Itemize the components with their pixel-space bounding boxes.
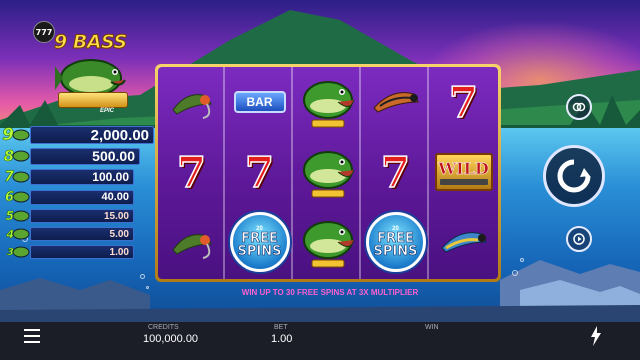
promo-banner: WIN UP TO 30 FREE SPINS AT 3X MULTIPLIER [241, 288, 419, 297]
free-spins-text: SPINS [237, 244, 282, 259]
spin-icon [557, 159, 591, 193]
seven-symbol: 7 [380, 147, 411, 198]
fly-lure-icon [171, 94, 212, 119]
bubble [140, 274, 145, 279]
reel-5: 7 WILD [430, 67, 497, 279]
bass-icon [12, 171, 30, 183]
logo-epic-text: EPIC [100, 108, 115, 114]
reel-cell: 20 FREE SPINS [226, 207, 293, 277]
turbo-icon [573, 233, 585, 245]
pay-amount: 1.00 [30, 245, 134, 259]
bass-icon [12, 228, 30, 240]
logo-banner [58, 92, 128, 108]
reel-cell: 7 [362, 137, 429, 207]
spin-button[interactable] [543, 145, 605, 207]
reel-cell [158, 207, 225, 277]
pay-amount: 100.00 [30, 169, 134, 185]
fly-lure-icon [171, 234, 212, 259]
reel-2: BAR 7 20 FREE SPINS [226, 67, 293, 279]
bass-icon [12, 210, 30, 222]
win-label: WIN [425, 324, 439, 331]
reel-area[interactable]: 7 BAR 7 20 FREE SPINS 7 20 FREE SPINS 7 … [158, 67, 498, 279]
reel-cell [294, 137, 361, 207]
pay-amount: 5.00 [30, 227, 134, 241]
bottom-bar: CREDITS 100,000.00 BET 1.00 WIN [0, 322, 640, 360]
bass-icon [12, 191, 30, 203]
reel-3 [294, 67, 361, 279]
bubble [146, 286, 149, 289]
pay-amount: 2,000.00 [30, 126, 154, 144]
turbo-button[interactable] [566, 226, 592, 252]
free-spins-symbol: 20 FREE SPINS [229, 212, 290, 272]
free-spins-text: SPINS [373, 244, 418, 259]
wild-reel-strip [439, 179, 488, 185]
reel-cell [294, 207, 361, 277]
lightning-icon[interactable] [590, 326, 602, 346]
reel-cell [158, 67, 225, 137]
777-badge: 777 [33, 21, 55, 43]
bass-icon [12, 150, 30, 162]
game-logo-title: 9 BASS [54, 31, 128, 54]
autoplay-button[interactable] [566, 94, 592, 120]
wild-symbol: WILD [434, 153, 493, 191]
free-spins-symbol: 20 FREE SPINS [365, 212, 426, 272]
bubble [512, 270, 518, 276]
reel-cell: 7 [158, 137, 225, 207]
paytable-row: 7 100.00 [0, 168, 134, 186]
reel-cell: WILD [430, 137, 497, 207]
fly-lure-icon [440, 232, 487, 253]
reel-cell: 7 [226, 137, 293, 207]
pay-amount: 500.00 [30, 147, 140, 165]
reel-4: 7 20 FREE SPINS [362, 67, 429, 279]
reel-cell [294, 67, 361, 137]
reel-frame: 7 BAR 7 20 FREE SPINS 7 20 FREE SPINS 7 … [155, 64, 501, 282]
bubble [520, 258, 524, 262]
bass-icon [12, 246, 30, 258]
reel-1: 7 [158, 67, 225, 279]
bar-symbol: BAR [233, 91, 286, 113]
pay-amount: 15.00 [30, 209, 134, 223]
paytable-row: 3 1.00 [0, 243, 134, 261]
fly-lure-icon [372, 92, 419, 113]
seven-symbol: 7 [448, 77, 479, 128]
bet-label: BET [274, 324, 288, 331]
bass-symbol-icon [302, 81, 354, 128]
menu-icon[interactable] [24, 329, 40, 343]
credits-value: 100,000.00 [143, 333, 199, 345]
paytable-row: 6 40.00 [0, 188, 134, 206]
paytable-row: 5 15.00 [0, 207, 134, 225]
pay-amount: 40.00 [30, 189, 134, 205]
seven-symbol: 7 [176, 147, 207, 198]
reel-cell: BAR [226, 67, 293, 137]
bass-symbol-icon [302, 151, 354, 198]
paytable-row: 9 2,000.00 [0, 125, 154, 145]
wild-text: WILD [438, 159, 489, 179]
paytable-row: 8 500.00 [0, 147, 140, 165]
bet-value[interactable]: 1.00 [271, 333, 292, 345]
seven-symbol: 7 [244, 147, 275, 198]
bass-icon [12, 129, 30, 141]
paytable-row: 4 5.00 [0, 225, 134, 243]
reel-cell [430, 207, 497, 277]
reel-cell: 20 FREE SPINS [362, 207, 429, 277]
autoplay-icon [572, 102, 586, 112]
credits-label: CREDITS [148, 324, 179, 331]
reel-cell [362, 67, 429, 137]
reel-cell: 7 [430, 67, 497, 137]
bass-symbol-icon [302, 221, 354, 268]
